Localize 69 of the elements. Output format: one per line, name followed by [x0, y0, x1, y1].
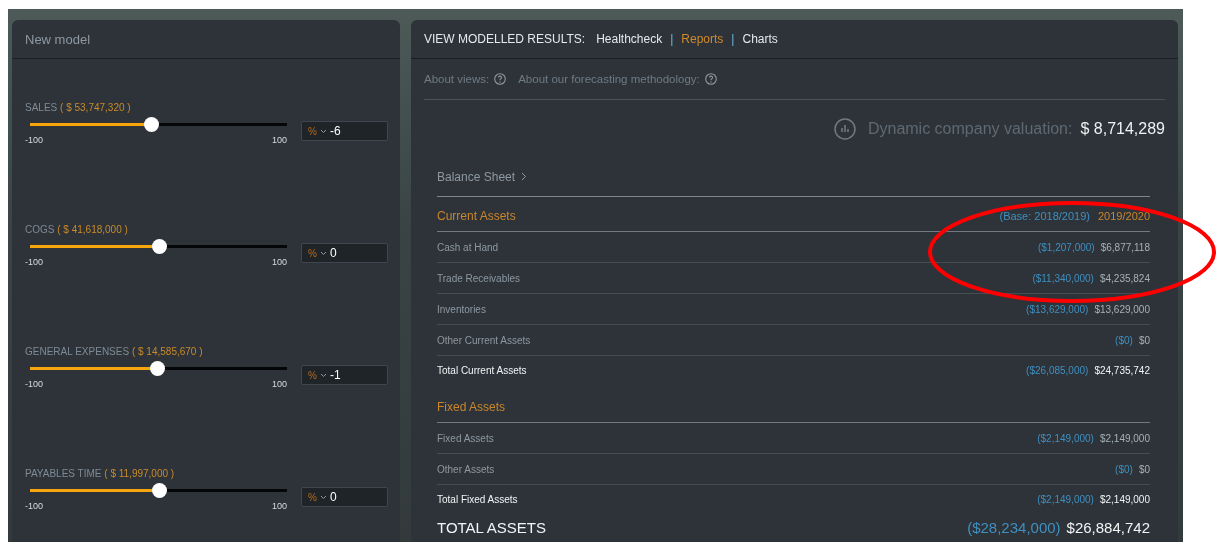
forecast-value: $2,149,000	[1099, 494, 1150, 505]
forecast-value: $6,877,118	[1100, 241, 1150, 253]
forecast-value: $2,149,000	[1099, 432, 1150, 444]
caret-icon	[319, 372, 327, 378]
driver-label: PAYABLES TIME ( $ 11,997,000 )	[25, 468, 176, 479]
slider-min-label: -100	[25, 501, 43, 511]
slider-thumb[interactable]	[150, 361, 166, 376]
row-label: Total Fixed Assets	[437, 494, 518, 505]
slider-min-label: -100	[25, 135, 43, 145]
percent-input-field[interactable]: % -1	[301, 365, 388, 385]
slider-thumb[interactable]	[151, 483, 167, 498]
driver-label: GENERAL EXPENSES ( $ 14,585,670 )	[25, 346, 204, 357]
slider-max-label: 100	[271, 135, 287, 145]
view-tab[interactable]: Charts	[742, 32, 778, 46]
slider-thumb[interactable]	[151, 239, 167, 254]
help-icon[interactable]	[704, 73, 717, 85]
help-icon[interactable]	[494, 73, 507, 85]
forecast-value: $0	[1138, 463, 1150, 475]
report-link[interactable]: Balance Sheet	[437, 157, 1150, 197]
base-total: ($28,234,000)	[967, 518, 1061, 536]
separator: |	[670, 32, 674, 46]
section-title: Current Assets	[437, 209, 516, 223]
percent-input-field[interactable]: % -6	[301, 121, 388, 141]
forecast-value: $4,235,824	[1099, 272, 1150, 284]
base-value: ($1,207,000)	[1037, 241, 1095, 253]
chevron-right-icon	[521, 172, 528, 181]
row-label: Trade Receivables	[437, 272, 520, 284]
slider-min-label: -100	[25, 257, 43, 267]
base-value: ($2,149,000)	[1037, 432, 1094, 444]
separator: |	[731, 32, 735, 46]
row-label: Inventories	[437, 303, 486, 315]
panel-heading: VIEW MODELLED RESULTS:	[424, 32, 586, 46]
section-title: Fixed Assets	[437, 400, 506, 414]
slider-max-label: 100	[271, 501, 287, 511]
slider-max-label: 100	[271, 257, 287, 267]
base-value: ($0)	[1115, 463, 1133, 475]
base-value: ($11,340,000)	[1032, 272, 1094, 284]
forecast-value: $24,735,742	[1094, 365, 1150, 376]
row-label: Fixed Assets	[437, 432, 494, 444]
row-label: Other Assets	[437, 463, 495, 475]
driver-label: SALES ( $ 53,747,320 )	[25, 102, 132, 113]
valuation-label: Dynamic company valuation:	[867, 119, 1073, 138]
slider-min-label: -100	[25, 379, 43, 389]
forecast-total: $26,884,742	[1066, 518, 1150, 536]
view-tab[interactable]: Reports	[681, 32, 724, 46]
base-value: ($26,085,000)	[1026, 365, 1089, 376]
driver-label: COGS ( $ 41,618,000 )	[25, 224, 129, 235]
slider-max-label: 100	[271, 379, 287, 389]
valuation-value: $ 8,714,289	[1080, 119, 1165, 138]
slider-thumb[interactable]	[143, 117, 159, 132]
percent-input-field[interactable]: % 0	[301, 243, 388, 263]
caret-icon	[319, 250, 327, 256]
caret-icon	[319, 494, 327, 500]
row-label: Total Current Assets	[437, 365, 527, 376]
year-header: 2019/2020	[1098, 210, 1150, 222]
base-year-header: (Base: 2018/2019)	[999, 210, 1090, 222]
forecast-value: $0	[1138, 334, 1150, 346]
view-tab[interactable]: Healthcheck	[596, 32, 663, 46]
forecast-value: $13,629,000	[1094, 303, 1150, 315]
percent-input-field[interactable]: % 0	[301, 487, 388, 507]
base-value: ($13,629,000)	[1026, 303, 1089, 315]
base-value: ($0)	[1115, 334, 1133, 346]
row-label: Cash at Hand	[437, 241, 499, 253]
caret-icon	[319, 128, 327, 134]
base-value: ($2,149,000)	[1037, 494, 1094, 505]
panel-title: New model	[25, 31, 91, 47]
bar-chart-icon	[833, 117, 856, 140]
row-label: Other Current Assets	[437, 334, 531, 346]
total-label: TOTAL ASSETS	[437, 518, 546, 536]
